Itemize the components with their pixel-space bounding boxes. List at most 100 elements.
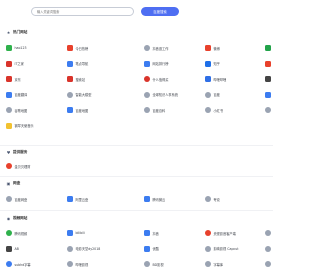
site-link[interactable]: 阿里云盘	[67, 195, 88, 203]
site-label: 智能大模型	[75, 93, 92, 97]
site-label: 腾讯微云	[152, 197, 166, 202]
site-link[interactable]: 哔哩影视	[67, 260, 88, 268]
site-favicon-icon	[144, 230, 150, 236]
site-link[interactable]: 抖音逛工作	[144, 44, 168, 52]
site-favicon-icon	[265, 261, 271, 267]
site-favicon-icon	[144, 60, 150, 67]
site-link[interactable]	[265, 60, 274, 68]
site-link[interactable]: 字幕库	[205, 260, 223, 268]
site-favicon-icon	[6, 45, 12, 51]
site-label: 抖音逛工作	[152, 46, 169, 51]
site-link[interactable]	[265, 229, 274, 237]
site-link[interactable]: 什么值得买	[144, 75, 168, 83]
site-label: 钢琴天使音乐	[14, 124, 34, 128]
site-favicon-icon	[265, 91, 271, 98]
site-link[interactable]: 全球知识人事系统	[144, 91, 178, 99]
site-favicon-icon	[6, 196, 12, 202]
site-link[interactable]: 笔点导航	[67, 60, 88, 68]
site-link[interactable]: 夸克	[205, 195, 220, 203]
site-label: 京东	[14, 77, 21, 82]
site-link[interactable]: BD影视	[144, 260, 164, 268]
site-link[interactable]: 哔哩哔哩	[205, 75, 226, 83]
site-link[interactable]: 钢琴天使音乐	[6, 122, 34, 130]
site-link[interactable]: IT之家	[6, 60, 24, 68]
site-label: hao123	[14, 46, 27, 50]
site-link[interactable]: bilibili	[67, 229, 85, 237]
site-link[interactable]: 微博	[205, 44, 220, 52]
site-label: 字幕库	[213, 262, 224, 267]
site-favicon-icon	[67, 196, 73, 202]
site-label: 哔哩影视	[75, 262, 89, 267]
site-link[interactable]: 百度地图	[67, 106, 88, 114]
site-favicon-icon	[265, 76, 271, 82]
site-favicon-icon	[144, 196, 150, 202]
site-link[interactable]	[265, 260, 274, 268]
site-link[interactable]	[265, 44, 274, 52]
site-favicon-icon	[265, 245, 271, 252]
star-icon: ★	[6, 30, 11, 35]
site-favicon-icon	[67, 45, 73, 51]
site-link[interactable]: 搜索站	[67, 75, 85, 83]
site-favicon-icon	[6, 261, 12, 267]
site-label: AB	[14, 246, 19, 251]
site-link[interactable]: 百度翻译	[6, 91, 27, 99]
site-favicon-icon	[6, 107, 12, 113]
site-favicon-icon	[67, 91, 73, 98]
site-link[interactable]: hao123	[6, 44, 27, 52]
site-label: 央视影音客户端	[213, 231, 236, 236]
site-favicon-icon	[205, 245, 211, 252]
site-link[interactable]	[265, 106, 274, 114]
site-favicon-icon	[6, 60, 12, 67]
site-link[interactable]: 小红书	[205, 106, 223, 114]
site-favicon-icon	[205, 60, 211, 67]
site-label: 夸克	[213, 197, 220, 202]
site-link[interactable]: 抖音	[144, 229, 159, 237]
site-link[interactable]: subhd字幕	[6, 260, 31, 268]
site-favicon-icon	[205, 107, 211, 113]
site-link[interactable]: 央视影音客户端	[205, 229, 236, 237]
top-search-bar: 百度搜索	[0, 0, 273, 22]
site-link[interactable]: 百度百科	[144, 106, 165, 114]
site-link[interactable]: 知乎	[205, 60, 220, 68]
site-favicon-icon	[6, 230, 12, 236]
site-link[interactable]: 腾讯微云	[144, 195, 165, 203]
site-label: bilibili	[75, 231, 85, 235]
site-link[interactable]: 今日热榜	[67, 44, 88, 52]
site-label: 全球知识人事系统	[152, 93, 179, 97]
site-link[interactable]: 百度	[205, 91, 220, 99]
site-link[interactable]	[265, 91, 274, 99]
site-label: 百度百科	[152, 108, 166, 113]
site-link[interactable]: 金贝贝理财	[6, 162, 30, 170]
site-link[interactable]: 谷歌地图	[6, 106, 27, 114]
site-label: 今日热榜	[75, 46, 89, 51]
site-link[interactable]: 电影天堂dy2018	[67, 245, 100, 253]
site-link[interactable]: 百度网盘	[6, 195, 27, 203]
section-title-text: 热门网站	[13, 30, 28, 34]
site-label: 哔哩哔哩	[213, 77, 227, 82]
site-link[interactable]: 智能大模型	[67, 91, 91, 99]
site-label: 搜索站	[75, 77, 86, 82]
site-favicon-icon	[6, 163, 12, 169]
site-label: 百度	[213, 93, 220, 97]
play-icon: ◉	[6, 216, 11, 221]
site-link[interactable]: AB	[6, 245, 19, 253]
site-label: BD影视	[152, 262, 164, 267]
site-link[interactable]	[265, 245, 274, 253]
search-button[interactable]: 百度搜索	[141, 7, 179, 16]
site-label: 抖音	[152, 231, 159, 236]
site-favicon-icon	[144, 76, 150, 82]
site-favicon-icon	[144, 91, 150, 98]
site-favicon-icon	[67, 230, 73, 236]
site-label: 小红书	[213, 108, 224, 113]
site-label: 阿里云盘	[75, 197, 89, 202]
site-link[interactable]: 京东	[6, 75, 21, 83]
site-link[interactable]: 优酷	[144, 245, 159, 253]
site-link[interactable]: 网站排行榜	[144, 60, 168, 68]
site-favicon-icon	[144, 45, 150, 51]
search-input[interactable]	[31, 7, 134, 16]
site-label: 笔点导航	[75, 62, 89, 66]
site-link[interactable]: 剪映影视 Capcut	[205, 245, 239, 253]
site-link[interactable]	[265, 75, 274, 83]
site-link[interactable]: 腾讯视频	[6, 229, 27, 237]
section-title-hot: ★ 热门网站	[6, 30, 28, 35]
